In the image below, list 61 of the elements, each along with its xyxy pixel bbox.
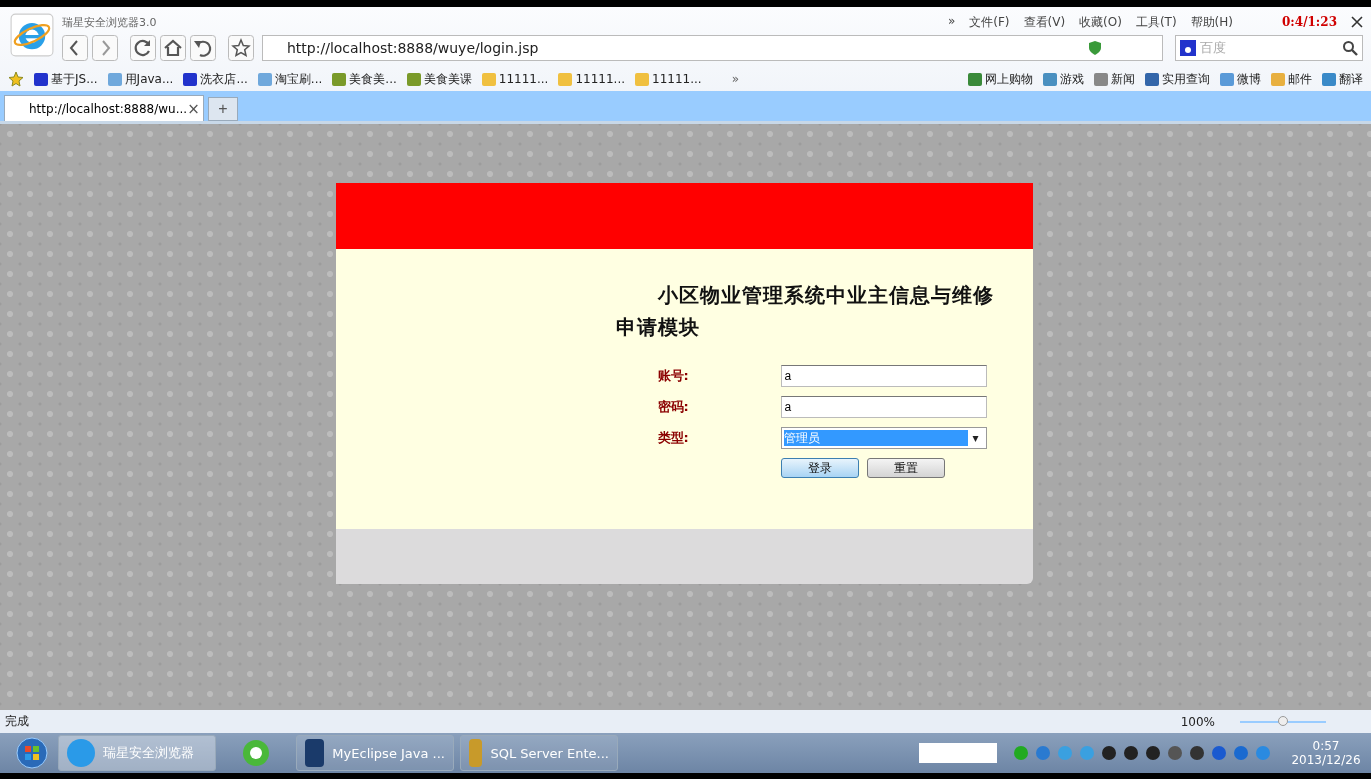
type-dropdown[interactable]: 管理员 ▾ bbox=[780, 427, 987, 449]
home-icon[interactable] bbox=[160, 35, 186, 61]
star-icon[interactable] bbox=[228, 35, 254, 61]
quick-link[interactable]: 翻译 bbox=[1322, 70, 1363, 88]
close-icon[interactable] bbox=[1351, 16, 1363, 28]
recording-timer: 0:4/1:23 bbox=[1282, 15, 1337, 29]
clock-time: 0:57 bbox=[1312, 739, 1340, 753]
menu-item[interactable]: 文件(F) bbox=[969, 13, 1010, 31]
zoom-thumb[interactable] bbox=[1278, 715, 1288, 726]
quick-link[interactable]: 游戏 bbox=[1043, 70, 1084, 88]
search-icon[interactable] bbox=[1342, 40, 1358, 56]
quick-link[interactable]: 邮件 bbox=[1271, 70, 1312, 88]
refresh-icon[interactable] bbox=[130, 35, 156, 61]
quick-link[interactable]: 新闻 bbox=[1094, 70, 1135, 88]
menu-item[interactable]: 查看(V) bbox=[1023, 13, 1066, 31]
status-text: 完成 bbox=[5, 713, 29, 730]
bookmark-link[interactable]: 美食美课 bbox=[406, 70, 472, 88]
input-field[interactable]: a bbox=[780, 396, 987, 418]
tray-icon[interactable] bbox=[1189, 745, 1205, 761]
tray-icon[interactable] bbox=[1123, 745, 1139, 761]
quick-link[interactable]: 微博 bbox=[1220, 70, 1261, 88]
bookmark-link[interactable]: 淘宝刷... bbox=[257, 70, 323, 88]
bookmark-link[interactable]: 11111... bbox=[481, 72, 549, 86]
bookmark-link[interactable]: 洗衣店... bbox=[183, 70, 248, 88]
bookmark-link[interactable]: 11111... bbox=[558, 72, 625, 86]
bookmark-link[interactable]: 用Java... bbox=[107, 70, 174, 88]
tray-icon[interactable] bbox=[1167, 745, 1183, 761]
search-placeholder: 百度 bbox=[1200, 39, 1227, 57]
taskbar-search-field[interactable] bbox=[919, 743, 997, 763]
field-label: 账号: bbox=[657, 367, 690, 385]
tray-icon[interactable] bbox=[1101, 745, 1117, 761]
more-bookmarks-button[interactable]: » bbox=[731, 72, 739, 86]
browser-logo-icon bbox=[10, 13, 54, 57]
menu-item[interactable]: 收藏(O) bbox=[1079, 13, 1122, 31]
paw-icon bbox=[1180, 40, 1196, 56]
input-field[interactable]: a bbox=[780, 365, 987, 387]
form-button[interactable]: 登录 bbox=[780, 458, 859, 478]
page-title: 小区物业管理系统中业主信息与维修申请模块 bbox=[615, 282, 995, 341]
new-tab-button[interactable]: + bbox=[208, 97, 238, 121]
address-field[interactable]: http://localhost:8888/wuye/login.jsp bbox=[262, 35, 1163, 61]
field-label: 密码: bbox=[657, 398, 690, 416]
browser-tab[interactable]: http://localhost:8888/wu...× bbox=[4, 95, 204, 121]
clock-date: 2013/12/26 bbox=[1291, 753, 1361, 767]
window-title: 瑞星安全浏览器3.0 bbox=[62, 14, 157, 30]
favorites-star-icon[interactable] bbox=[8, 71, 24, 87]
zoom-level[interactable]: 100% bbox=[1180, 714, 1215, 729]
menu-item[interactable]: 工具(T) bbox=[1135, 13, 1177, 31]
shield-icon bbox=[1088, 40, 1102, 56]
menu-item[interactable]: » bbox=[947, 13, 956, 31]
bookmark-link[interactable]: 基于JS... bbox=[34, 70, 98, 88]
field-label: 类型: bbox=[657, 429, 690, 447]
bookmark-link[interactable]: 11111... bbox=[635, 72, 702, 86]
bookmark-link[interactable]: 美食美... bbox=[332, 70, 397, 88]
back-icon[interactable] bbox=[62, 35, 88, 61]
quick-link[interactable]: 实用查询 bbox=[1145, 70, 1210, 88]
tray-icon[interactable] bbox=[1145, 745, 1161, 761]
address-text: http://localhost:8888/wuye/login.jsp bbox=[287, 40, 540, 56]
undo-icon[interactable] bbox=[190, 35, 216, 61]
quick-link[interactable]: 网上购物 bbox=[968, 70, 1033, 88]
form-button[interactable]: 重置 bbox=[866, 458, 945, 478]
menu-item[interactable]: 帮助(H) bbox=[1190, 13, 1233, 31]
